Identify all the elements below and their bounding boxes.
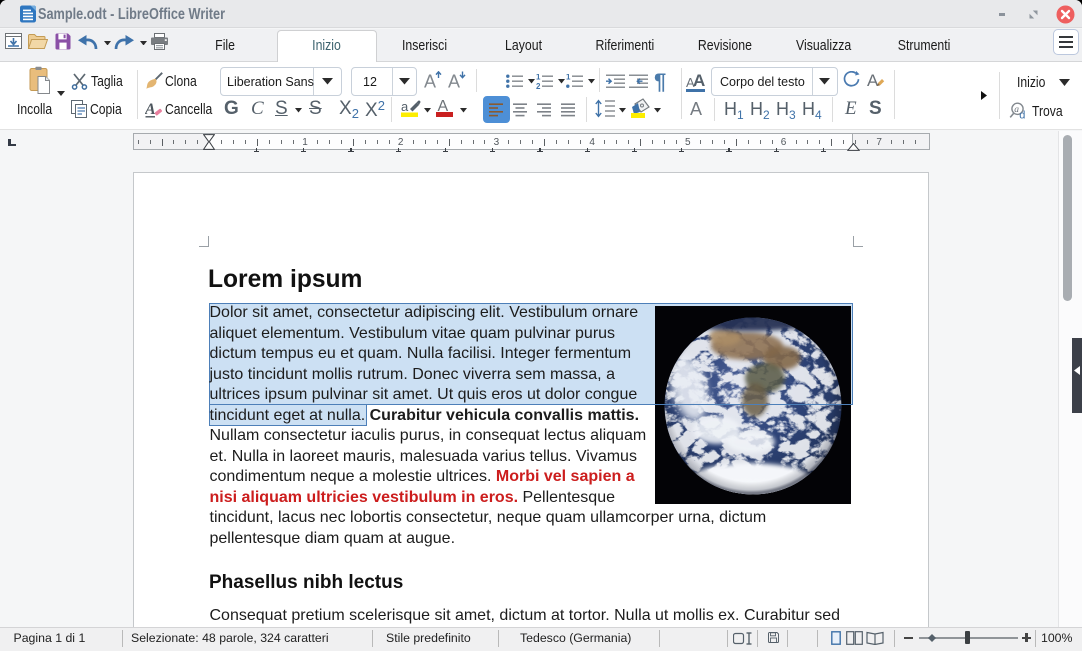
svg-text:A: A (145, 101, 156, 118)
svg-text:1: 1 (536, 74, 541, 82)
svg-text:2: 2 (536, 82, 541, 89)
svg-text:a: a (401, 99, 409, 114)
svg-text:1: 1 (566, 74, 571, 82)
svg-text:A: A (424, 72, 436, 91)
svg-text:d: d (1019, 110, 1025, 121)
svg-text:A: A (448, 72, 460, 91)
svg-text:A: A (867, 71, 879, 89)
